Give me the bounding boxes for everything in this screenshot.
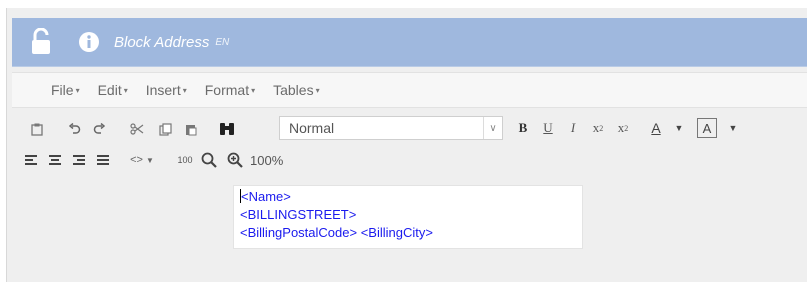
window-title: Block Address — [114, 33, 210, 51]
chevron-down-icon: ▾ — [123, 85, 128, 95]
menu-tables[interactable]: Tables ▾ — [264, 82, 328, 98]
paragraph-style-value: Normal — [289, 120, 335, 136]
paste-special-icon[interactable] — [180, 117, 202, 141]
menu-bar: File ▾ Edit ▾ Insert ▾ Format ▾ Tables ▾ — [42, 76, 329, 104]
zoom-reset-button[interactable]: 100 — [174, 148, 196, 172]
editor-line-text: <Name> — [241, 189, 291, 204]
italic-button[interactable]: I — [562, 116, 584, 140]
address-editor[interactable]: <Name> <BILLINGSTREET> <BillingPostalCod… — [233, 185, 583, 249]
menu-edit-label: Edit — [97, 82, 122, 98]
source-code-icon[interactable]: <> ▼ — [122, 148, 162, 172]
format-buttons: B U I x2 x2 A ▼ A ▼ — [512, 114, 743, 142]
chevron-down-icon[interactable]: ∨ — [483, 117, 502, 139]
background-color-button[interactable]: A — [697, 118, 717, 138]
align-justify-icon[interactable] — [92, 148, 114, 172]
zoom-in-icon[interactable] — [224, 148, 246, 172]
menu-insert[interactable]: Insert ▾ — [137, 82, 196, 98]
chevron-down-icon[interactable]: ▼ — [726, 116, 740, 140]
menu-file[interactable]: File ▾ — [42, 82, 89, 98]
paste-icon[interactable] — [26, 117, 48, 141]
menu-insert-label: Insert — [145, 82, 181, 98]
chevron-down-icon: ▾ — [182, 85, 187, 95]
superscript-icon[interactable]: x2 — [612, 116, 634, 140]
chevron-down-icon: ▾ — [75, 85, 80, 95]
toolbar-row-2: <> ▼ 100 100% — [20, 148, 283, 172]
align-right-icon[interactable] — [68, 148, 90, 172]
find-icon[interactable] — [216, 117, 238, 141]
menu-format[interactable]: Format ▾ — [196, 82, 264, 98]
editor-line: <BILLINGSTREET> — [240, 206, 582, 224]
subscript-icon[interactable]: x2 — [587, 116, 609, 140]
editor-line-text: <BillingPostalCode> <BillingCity> — [240, 225, 433, 240]
menu-format-label: Format — [204, 82, 250, 98]
bold-button[interactable]: B — [512, 116, 534, 140]
language-badge: EN — [215, 36, 230, 48]
zoom-level: 100% — [250, 152, 284, 168]
zoom-out-icon[interactable] — [198, 148, 220, 172]
editor-line-text: <BILLINGSTREET> — [240, 207, 357, 222]
paragraph-style-select[interactable]: Normal ∨ — [279, 116, 503, 140]
menu-edit[interactable]: Edit ▾ — [89, 82, 137, 98]
menu-tables-label: Tables — [273, 82, 314, 98]
redo-icon[interactable] — [88, 117, 110, 141]
font-color-button[interactable]: A — [643, 116, 669, 140]
title-bar: Block Address EN — [12, 18, 807, 67]
toolbar-row-1 — [26, 116, 238, 142]
lock-icon[interactable] — [30, 28, 52, 56]
chevron-down-icon: ▾ — [251, 85, 256, 95]
underline-button[interactable]: U — [537, 116, 559, 140]
info-icon[interactable] — [78, 31, 100, 53]
copy-icon[interactable] — [154, 117, 176, 141]
align-center-icon[interactable] — [44, 148, 66, 172]
chevron-down-icon[interactable]: ▼ — [672, 116, 686, 140]
editor-line: <BillingPostalCode> <BillingCity> — [240, 224, 582, 242]
cut-icon[interactable] — [126, 117, 148, 141]
undo-icon[interactable] — [64, 117, 86, 141]
editor-line: <Name> — [240, 188, 582, 206]
chevron-down-icon: ▾ — [315, 85, 320, 95]
align-left-icon[interactable] — [20, 148, 42, 172]
menu-file-label: File — [51, 82, 74, 98]
